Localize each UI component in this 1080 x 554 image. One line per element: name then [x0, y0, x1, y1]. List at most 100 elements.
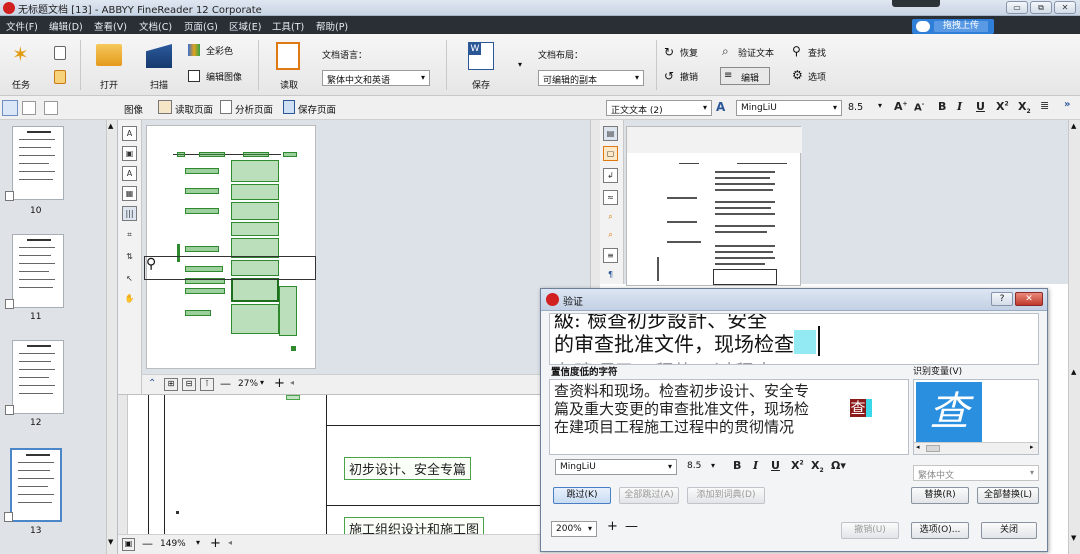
page-thumbnail-10[interactable] — [5, 126, 64, 201]
scroll-left-icon[interactable]: ◂ — [290, 378, 294, 387]
verify-zoom-select[interactable]: 200% ▾ — [551, 521, 597, 537]
task-button[interactable]: ✶ 任务 — [8, 40, 38, 92]
underline-icon[interactable]: U — [771, 459, 780, 472]
list-icon[interactable]: ≡ — [603, 248, 618, 263]
add-to-dictionary-button[interactable]: 添加到词典(D) — [687, 487, 765, 504]
menu-view[interactable]: 查看(V) — [94, 19, 127, 33]
minimize-button[interactable]: ▭ — [1006, 1, 1028, 14]
zoom-dropdown-icon[interactable]: ▾ — [196, 538, 200, 547]
verify-next-icon[interactable]: ⌕ — [603, 228, 618, 243]
help-button[interactable]: ? — [991, 292, 1013, 306]
verify-text-editor[interactable]: 查资料和现场。检查初步设计、安全专 篇及重大变更的审查批准文件，现场检 查 在建… — [549, 379, 909, 455]
scroll-down-icon[interactable]: ▼ — [1071, 534, 1076, 542]
underline-icon[interactable]: U — [976, 100, 985, 113]
area-order-icon[interactable]: ⇅ — [122, 250, 137, 265]
menu-page[interactable]: 页面(G) — [184, 19, 218, 33]
scroll-up-icon[interactable]: ▲ — [1071, 368, 1076, 376]
menu-tools[interactable]: 工具(T) — [272, 19, 304, 33]
align-icon[interactable]: ≣ — [1040, 99, 1049, 112]
size-dropdown-icon[interactable]: ▾ — [878, 101, 882, 110]
background-picture-icon[interactable]: A — [122, 166, 137, 181]
zoom-in-icon[interactable]: + — [607, 519, 618, 534]
zoom-out-icon[interactable]: — — [220, 377, 231, 390]
close-window-button[interactable]: ✕ — [1054, 1, 1076, 14]
zoom-pane-zoom-value[interactable]: 149% — [160, 539, 186, 549]
cancel-button[interactable]: 撤销(U) — [841, 522, 899, 539]
doc-layout-select[interactable]: 可编辑的副本 ▾ — [538, 70, 644, 86]
new-doc-icon[interactable] — [54, 46, 66, 60]
replace-all-button[interactable]: 全部替换(L) — [977, 487, 1039, 504]
verify-font-select[interactable]: MingLiU ▾ — [555, 459, 677, 475]
scroll-up-icon[interactable]: ▲ — [108, 122, 113, 130]
page-thumbnail-13-selected[interactable] — [4, 448, 62, 522]
font-size-value[interactable]: 8.5 — [848, 102, 863, 113]
page-properties-icon[interactable] — [44, 101, 58, 115]
italic-icon[interactable]: I — [753, 459, 758, 472]
size-dropdown-icon[interactable]: ▾ — [711, 461, 715, 470]
menu-help[interactable]: 帮助(P) — [316, 19, 348, 33]
replace-button[interactable]: 替换(R) — [911, 487, 969, 504]
save-button[interactable]: W 保存 — [464, 40, 498, 92]
superscript-icon[interactable]: X2 — [791, 459, 804, 472]
spell-icon[interactable]: ≈ — [603, 190, 618, 205]
shrink-font-icon[interactable]: A- — [914, 101, 924, 113]
maximize-button[interactable]: ⧉ — [1030, 1, 1052, 14]
zoom-dropdown-icon[interactable]: ▾ — [260, 378, 264, 387]
scan-button[interactable]: 扫描 — [144, 40, 176, 92]
fit-page-icon[interactable]: ⊞ — [164, 378, 178, 391]
italic-icon[interactable]: I — [957, 100, 962, 113]
highlight-uncertain-icon[interactable]: ▢ — [603, 146, 618, 161]
save-page-button[interactable]: 保存页面 — [298, 102, 336, 116]
zoom-left-scrollbar[interactable] — [118, 395, 128, 535]
style-select[interactable]: 正文文本 (2) ▾ — [606, 100, 712, 116]
more-tools-button[interactable]: » — [1064, 99, 1070, 110]
doc-language-select[interactable]: 繁体中文和英语 ▾ — [322, 70, 430, 86]
right-scrollbar[interactable]: ▲ ▼ — [1068, 284, 1080, 554]
zoom-in-icon[interactable]: + — [210, 536, 221, 551]
grow-font-icon[interactable]: A+ — [894, 100, 908, 113]
font-select[interactable]: MingLiU ▾ — [736, 100, 842, 116]
variants-hscrollbar[interactable]: ◂ ▸ — [914, 442, 1038, 454]
menu-edit[interactable]: 编辑(D) — [49, 19, 83, 33]
paragraph-icon[interactable]: ¶ — [603, 268, 618, 283]
barcode-area-icon[interactable]: ||| — [122, 206, 137, 221]
highlighted-char[interactable]: 查 — [850, 399, 866, 417]
menu-area[interactable]: 区域(E) — [229, 19, 261, 33]
crop-icon[interactable]: ⌗ — [122, 228, 137, 243]
zoom-out-icon[interactable]: — — [625, 519, 638, 534]
zoom-out-icon[interactable]: — — [142, 537, 153, 550]
fit-icon[interactable]: ▣ — [122, 538, 135, 551]
read-button[interactable]: 读取 — [274, 40, 304, 92]
verify-icon[interactable]: ⌕ — [603, 210, 618, 225]
open-button[interactable]: 打开 — [94, 40, 126, 92]
analyze-page-button[interactable]: 分析页面 — [235, 102, 273, 116]
hand-icon[interactable]: ✋ — [122, 292, 137, 307]
pointer-icon[interactable]: ↖ — [122, 272, 137, 287]
skip-button[interactable]: 跳过(K) — [553, 487, 611, 504]
superscript-icon[interactable]: X2 — [996, 100, 1009, 113]
show-text-icon[interactable]: ▤ — [603, 126, 618, 141]
text-vscrollbar[interactable]: ▲ — [1068, 120, 1080, 284]
font-style-icon[interactable]: A — [716, 100, 725, 114]
subscript-icon[interactable]: X2 — [811, 459, 824, 474]
recognized-text-page[interactable] — [626, 126, 802, 286]
dialog-close-button[interactable]: ✕ — [1015, 292, 1043, 306]
pages-scrollbar[interactable]: ▲ ▼ — [106, 120, 117, 554]
details-view-icon[interactable] — [22, 101, 36, 115]
format-icon[interactable]: ↲ — [603, 168, 618, 183]
thumbnail-view-icon[interactable] — [2, 100, 18, 116]
zoom-frame[interactable] — [144, 256, 316, 280]
page-thumbnail-12[interactable] — [5, 340, 64, 415]
zoom-text-cell[interactable]: 初步设计、安全专篇 — [344, 457, 472, 480]
variant-option[interactable]: 查 — [916, 382, 982, 444]
close-button[interactable]: 关闭 — [981, 522, 1037, 539]
verify-language-select[interactable]: 繁体中文 ▾ — [913, 465, 1039, 481]
text-area-icon[interactable]: A — [122, 126, 137, 141]
save-dropdown-icon[interactable]: ▾ — [518, 60, 522, 69]
image-zoom-value[interactable]: 27% — [238, 379, 258, 389]
scroll-up-icon[interactable]: ▲ — [1071, 122, 1076, 130]
insert-symbol-icon[interactable]: Ω▾ — [831, 459, 846, 472]
fit-width-icon[interactable]: ⊟ — [182, 378, 196, 391]
scroll-left-icon[interactable]: ◂ — [228, 538, 232, 547]
table-area-icon[interactable]: ▦ — [122, 186, 137, 201]
